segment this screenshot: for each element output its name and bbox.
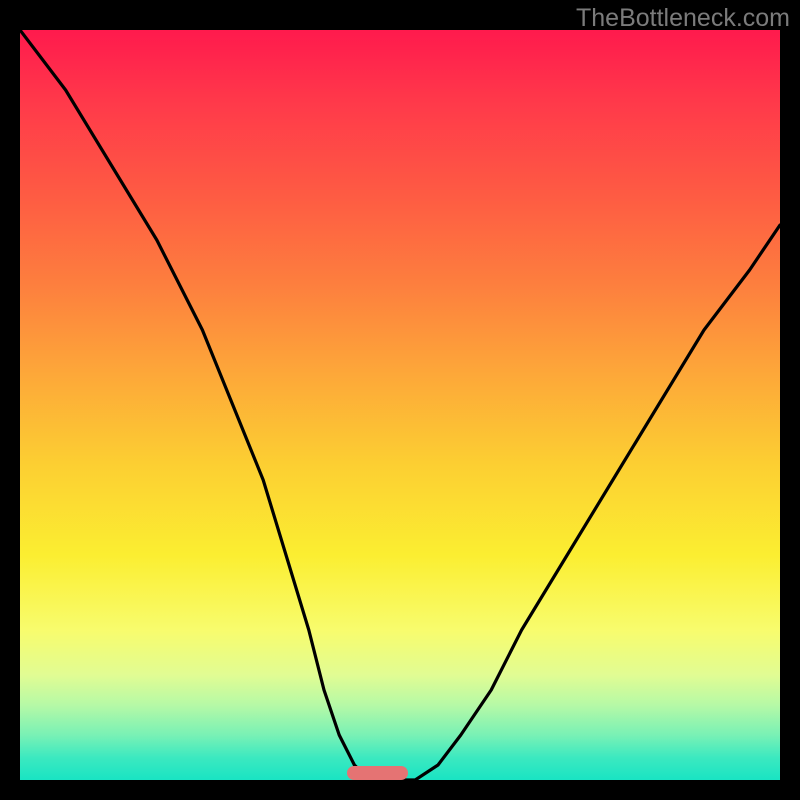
bottleneck-curve	[20, 30, 780, 780]
plot-area	[20, 30, 780, 780]
curve-path	[20, 30, 780, 780]
chart-canvas: TheBottleneck.com	[0, 0, 800, 800]
minimum-marker	[347, 766, 408, 780]
watermark-label: TheBottleneck.com	[576, 4, 790, 33]
